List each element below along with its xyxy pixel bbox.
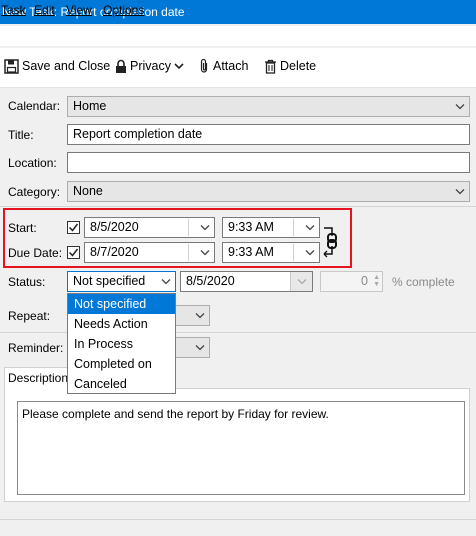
menu-task[interactable]: Task	[1, 3, 26, 17]
attach-label: Attach	[213, 59, 249, 73]
save-and-close-button[interactable]: Save and Close	[4, 57, 110, 75]
menu-options-label: Options	[103, 3, 145, 17]
reminder-label: Reminder:	[8, 341, 64, 355]
category-label: Category:	[8, 185, 61, 199]
status-option-not-specified[interactable]: Not specified	[68, 294, 175, 314]
menu-edit[interactable]: Edit	[34, 3, 55, 17]
repeat-label: Repeat:	[8, 309, 51, 323]
privacy-button[interactable]: Privacy	[115, 57, 184, 75]
percent-complete-label: % complete	[392, 275, 455, 289]
status-option-completed-on[interactable]: Completed on	[68, 354, 175, 374]
status-date-picker[interactable]: 8/5/2020	[180, 271, 313, 292]
menu-bar	[0, 26, 476, 46]
calendar-value: Home	[73, 99, 107, 113]
menu-edit-label: Edit	[34, 3, 55, 17]
delete-label: Delete	[280, 59, 317, 73]
title-input[interactable]: Report completion date	[67, 124, 470, 145]
status-select[interactable]: Not specified	[67, 271, 176, 292]
chevron-down-icon	[455, 97, 465, 116]
spinner-icon: ▲ ▼	[373, 274, 380, 288]
category-value: None	[73, 184, 103, 198]
percent-complete-input[interactable]: 0 ▲ ▼	[320, 271, 383, 292]
menu-task-label: Task	[1, 3, 26, 17]
window-title: New Task: Report completion date	[2, 5, 185, 19]
description-tab-label: Description	[8, 371, 68, 385]
attach-button[interactable]: Attach	[198, 57, 248, 75]
chevron-down-icon	[455, 182, 465, 201]
category-select[interactable]: None	[67, 181, 470, 202]
chevron-down-icon	[290, 272, 312, 291]
location-label: Location:	[8, 156, 57, 170]
chevron-down-icon	[195, 338, 205, 357]
calendar-select[interactable]: Home	[67, 96, 470, 117]
save-and-close-label: Save and Close	[22, 59, 111, 73]
section-divider	[0, 206, 476, 207]
tab-description[interactable]: Description	[4, 367, 68, 389]
description-text: Please complete and send the report by F…	[22, 407, 329, 421]
status-label: Status:	[8, 275, 46, 289]
title-value: Report completion date	[73, 127, 203, 141]
privacy-label: Privacy	[130, 59, 171, 73]
menu-view[interactable]: View	[66, 3, 92, 17]
calendar-label: Calendar:	[8, 99, 61, 113]
chevron-down-icon	[174, 62, 184, 70]
location-input[interactable]	[67, 152, 470, 173]
percent-complete-value: 0	[361, 274, 368, 288]
lock-icon	[115, 59, 127, 74]
highlight-box	[3, 208, 352, 268]
status-option-in-process[interactable]: In Process	[68, 334, 175, 354]
paperclip-icon	[198, 58, 210, 74]
menu-view-label: View	[66, 3, 92, 17]
description-textarea[interactable]: Please complete and send the report by F…	[17, 401, 465, 495]
title-label: Title:	[8, 128, 34, 142]
save-icon	[4, 58, 19, 74]
chevron-down-icon	[161, 272, 171, 291]
status-option-canceled[interactable]: Canceled	[68, 374, 175, 394]
status-value: Not specified	[73, 274, 146, 288]
status-bar-divider	[0, 519, 476, 520]
status-option-needs-action[interactable]: Needs Action	[68, 314, 175, 334]
chevron-down-icon	[195, 306, 205, 325]
trash-icon	[264, 59, 277, 74]
menu-options[interactable]: Options	[103, 3, 144, 17]
delete-button[interactable]: Delete	[264, 57, 316, 75]
status-dropdown-list: Not specified Needs Action In Process Co…	[67, 293, 176, 394]
status-date-value: 8/5/2020	[186, 274, 235, 288]
